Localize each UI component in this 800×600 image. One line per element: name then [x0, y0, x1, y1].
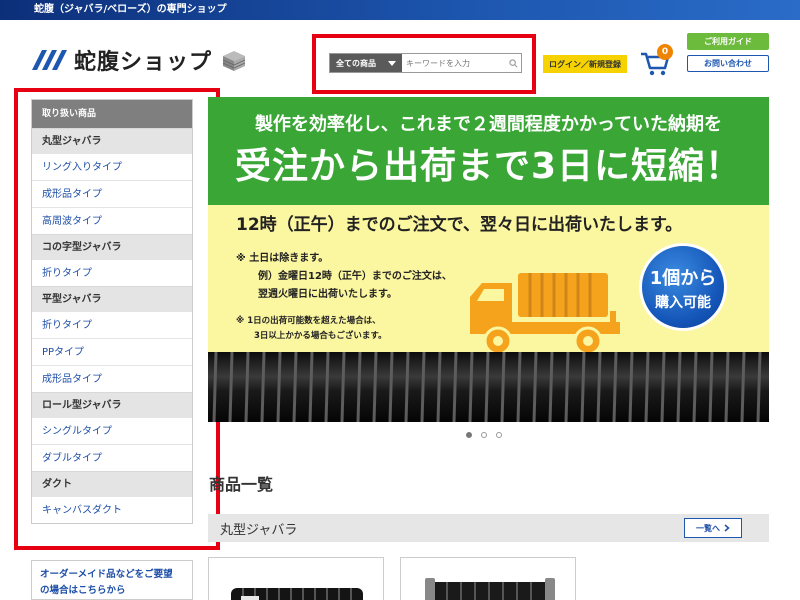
search-input[interactable]	[402, 54, 505, 72]
one-piece-purchase-badge: 1個から 購入可能	[639, 243, 727, 331]
cart-button[interactable]: 0	[640, 44, 674, 76]
banner-note-example: 例）金曜日12時（正午）までのご注文は、	[258, 271, 452, 282]
search-button[interactable]	[505, 54, 521, 72]
custom-order-line2: の場合はこちらから	[40, 585, 126, 596]
banner-order-cutoff: 12時（正午）までのご注文で、翌々日に出荷いたします。	[236, 215, 683, 235]
sidebar-group-roll: ロール型ジャバラ	[32, 392, 192, 417]
sidebar-group-flat: 平型ジャバラ	[32, 286, 192, 311]
sidebar-item-molded-type[interactable]: 成形品タイプ	[32, 180, 192, 207]
category-header-title: 丸型ジャバラ	[220, 523, 298, 538]
sidebar-item-flat-molded-type[interactable]: 成形品タイプ	[32, 365, 192, 392]
sidebar-item-ring-type[interactable]: リング入りタイプ	[32, 153, 192, 180]
custom-order-link[interactable]: オーダーメイド品などをご要望 の場合はこちらから	[31, 560, 193, 600]
bellows-product-image	[401, 558, 575, 600]
product-card[interactable]	[208, 557, 384, 600]
product-category-sidebar: 取り扱い商品 丸型ジャバラ リング入りタイプ 成形品タイプ 高周波タイプ コの字…	[31, 99, 193, 524]
bellows-logo-icon	[222, 51, 246, 71]
search-bar: 全ての商品	[329, 53, 522, 73]
hero-banner[interactable]: 製作を効率化し、これまで２週間程度かかっていた納期を 受注から出荷まで3日に短縮…	[208, 97, 769, 422]
logo-mark-icon	[32, 50, 67, 70]
banner-headline-sub: 製作を効率化し、これまで２週間程度かかっていた納期を	[254, 114, 723, 135]
sidebar-item-u-fold-type[interactable]: 折りタイプ	[32, 259, 192, 286]
truck-icon	[470, 273, 620, 356]
carousel-dots	[466, 432, 502, 438]
sidebar-group-round: 丸型ジャバラ	[32, 128, 192, 153]
sidebar-heading: 取り扱い商品	[32, 100, 192, 128]
category-select[interactable]: 全ての商品	[330, 54, 402, 72]
sidebar-group-duct: ダクト	[32, 471, 192, 496]
login-register-button[interactable]: ログイン／新規登録	[543, 55, 627, 73]
sidebar-item-canvas-duct[interactable]: キャンバスダクト	[32, 496, 192, 523]
contact-button[interactable]: お問い合わせ	[687, 55, 769, 72]
banner-headline-main: 受注から出荷まで3日に短縮！	[234, 146, 743, 187]
sidebar-item-high-frequency-type[interactable]: 高周波タイプ	[32, 207, 192, 234]
badge-line1: 1個から	[649, 268, 717, 289]
carousel-dot-1[interactable]	[466, 432, 472, 438]
site-logo[interactable]: 蛇腹ショップ	[30, 44, 248, 76]
category-select-label: 全ての商品	[336, 58, 376, 68]
bellows-product-image	[209, 558, 383, 600]
logo-text: 蛇腹ショップ	[74, 50, 213, 75]
custom-order-line1: オーダーメイド品などをご要望	[40, 569, 173, 580]
cart-count-badge: 0	[657, 44, 673, 60]
category-header-round: 丸型ジャバラ 一覧へ	[208, 514, 769, 542]
chevron-down-icon	[388, 60, 396, 66]
banner-note-weekend: ※ 土日は除きます。	[236, 253, 329, 264]
view-list-button[interactable]: 一覧へ	[684, 518, 742, 538]
top-bar: 蛇腹（ジャバラ/ベローズ）の専門ショップ	[0, 0, 800, 20]
sidebar-item-single-type[interactable]: シングルタイプ	[32, 417, 192, 444]
sidebar-item-pp-type[interactable]: PPタイプ	[32, 338, 192, 365]
product-list-title: 商品一覧	[209, 475, 274, 494]
usage-guide-button[interactable]: ご利用ガイド	[687, 33, 769, 50]
carousel-dot-2[interactable]	[481, 432, 487, 438]
bellows-pipe-image	[208, 352, 769, 422]
product-card[interactable]	[400, 557, 576, 600]
sidebar-item-double-type[interactable]: ダブルタイプ	[32, 444, 192, 471]
banner-note-capacity-2: 3日以上かかる場合もございます。	[254, 331, 387, 341]
view-list-label: 一覧へ	[696, 523, 720, 533]
sidebar-item-flat-fold-type[interactable]: 折りタイプ	[32, 311, 192, 338]
banner-note-capacity: ※ 1日の出荷可能数を超えた場合は、	[236, 316, 381, 326]
badge-line2: 購入可能	[655, 295, 711, 311]
carousel-dot-3[interactable]	[496, 432, 502, 438]
sidebar-group-u-shape: コの字型ジャバラ	[32, 234, 192, 259]
banner-note-example-2: 翌週火曜日に出荷いたします。	[258, 289, 397, 300]
chevron-right-icon	[724, 524, 730, 532]
search-icon	[508, 58, 517, 67]
